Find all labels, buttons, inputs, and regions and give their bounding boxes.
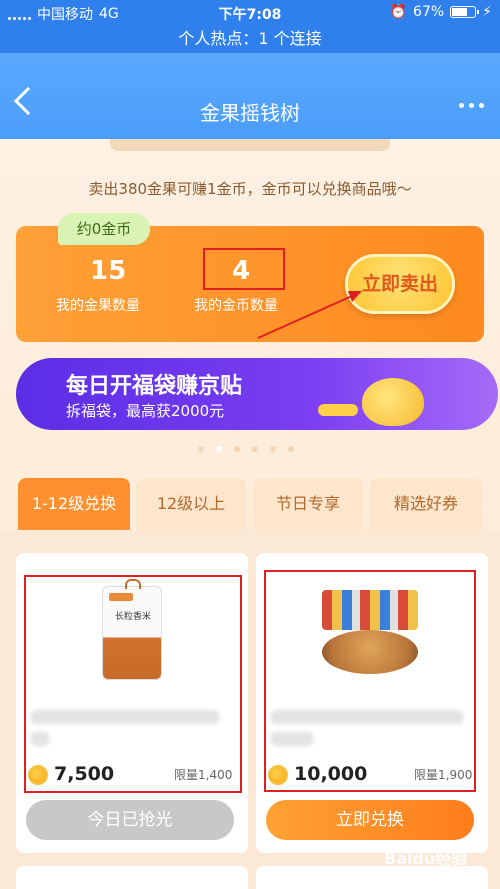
product-card-next[interactable] [16,866,248,889]
carousel-dot[interactable] [252,446,258,452]
banner-title: 每日开福袋赚京贴 [66,374,243,399]
tab-level-12-plus[interactable]: 12级以上 [136,478,246,530]
tab-festival[interactable]: 节日专享 [253,478,363,530]
baidu-watermark: Baidu经验 [384,849,468,868]
coins-icon [318,404,358,416]
tab-coupons[interactable]: 精选好券 [370,478,482,530]
carousel-dot[interactable] [234,446,240,452]
tab-level-1-12[interactable]: 1-12级兑换 [18,478,130,530]
banner-subtitle: 拆福袋，最高获2000元 [66,402,225,420]
product-highlight-box [24,575,242,793]
sold-out-button[interactable]: 今日已抢光 [26,800,234,840]
product-highlight-box [264,570,476,792]
carousel-dot[interactable] [216,446,222,452]
carousel-dot[interactable] [270,446,276,452]
lucky-bag-icon [362,378,424,426]
redeem-now-button[interactable]: 立即兑换 [266,800,474,840]
lucky-bag-banner[interactable]: 每日开福袋赚京贴 拆福袋，最高获2000元 [16,358,498,430]
carousel-dot[interactable] [198,446,204,452]
carousel-dot[interactable] [288,446,294,452]
product-card-next[interactable] [256,866,488,889]
carousel-dots [198,446,294,452]
